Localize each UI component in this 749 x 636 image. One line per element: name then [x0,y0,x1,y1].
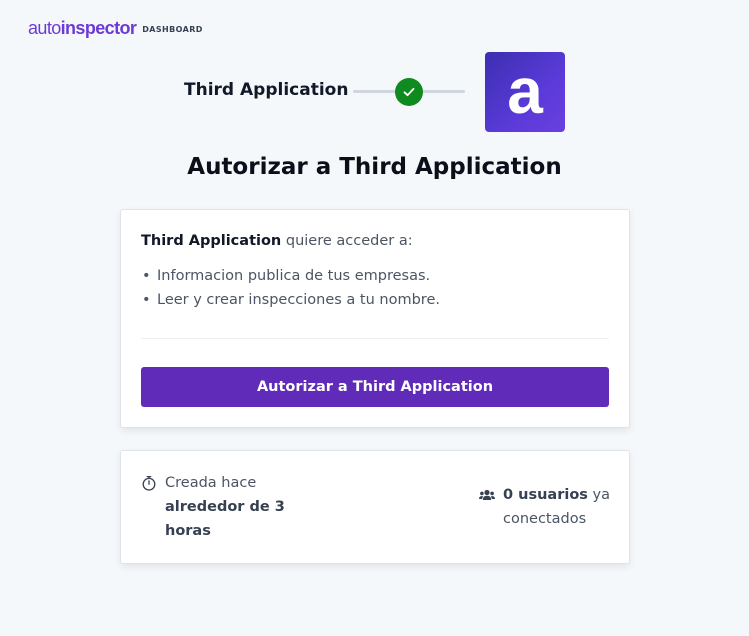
connection-app-name: Third Application [184,80,349,100]
users-icon [479,483,495,507]
request-intro: Third Application quiere acceder a: [141,233,413,249]
users-count: 0 usuarios [503,487,588,503]
divider [141,338,609,339]
authorize-button[interactable]: Autorizar a Third Application [141,367,609,407]
permission-item: Informacion publica de tus empresas. [142,264,440,288]
authorize-page: auto inspector DASHBOARD Third Applicatio… [0,0,749,636]
brand-inspector: inspector [60,18,137,38]
created-value: alrededor de 3 horas [165,499,285,539]
page-title: Autorizar a Third Application [187,154,562,180]
created-prefix: Creada hace [165,475,257,491]
permissions-list: Informacion publica de tus empresas. Lee… [142,264,440,312]
authorization-card: Third Application quiere acceder a: Info… [120,209,630,428]
created-info: Creada hace alrededor de 3 horas [141,471,285,543]
app-logo: a [485,52,565,132]
request-app-name: Third Application [141,233,282,249]
stopwatch-icon [141,471,157,495]
permission-item: Leer y crear inspecciones a tu nombre. [142,288,440,312]
app-logo-letter: a [507,55,543,127]
brand-auto: auto [28,18,61,38]
connector-line-left [353,90,398,93]
connector-line-right [420,90,465,93]
app-info-card: Creada hace alrededor de 3 horas 0 usuar… [120,450,630,564]
request-suffix: quiere acceder a: [281,233,413,249]
check-icon [395,78,423,106]
brand-logo[interactable]: auto inspector DASHBOARD [28,18,203,39]
svg-text:a: a [507,55,543,127]
brand-section-label: DASHBOARD [142,25,203,34]
users-info: 0 usuarios ya conectados [479,483,623,531]
